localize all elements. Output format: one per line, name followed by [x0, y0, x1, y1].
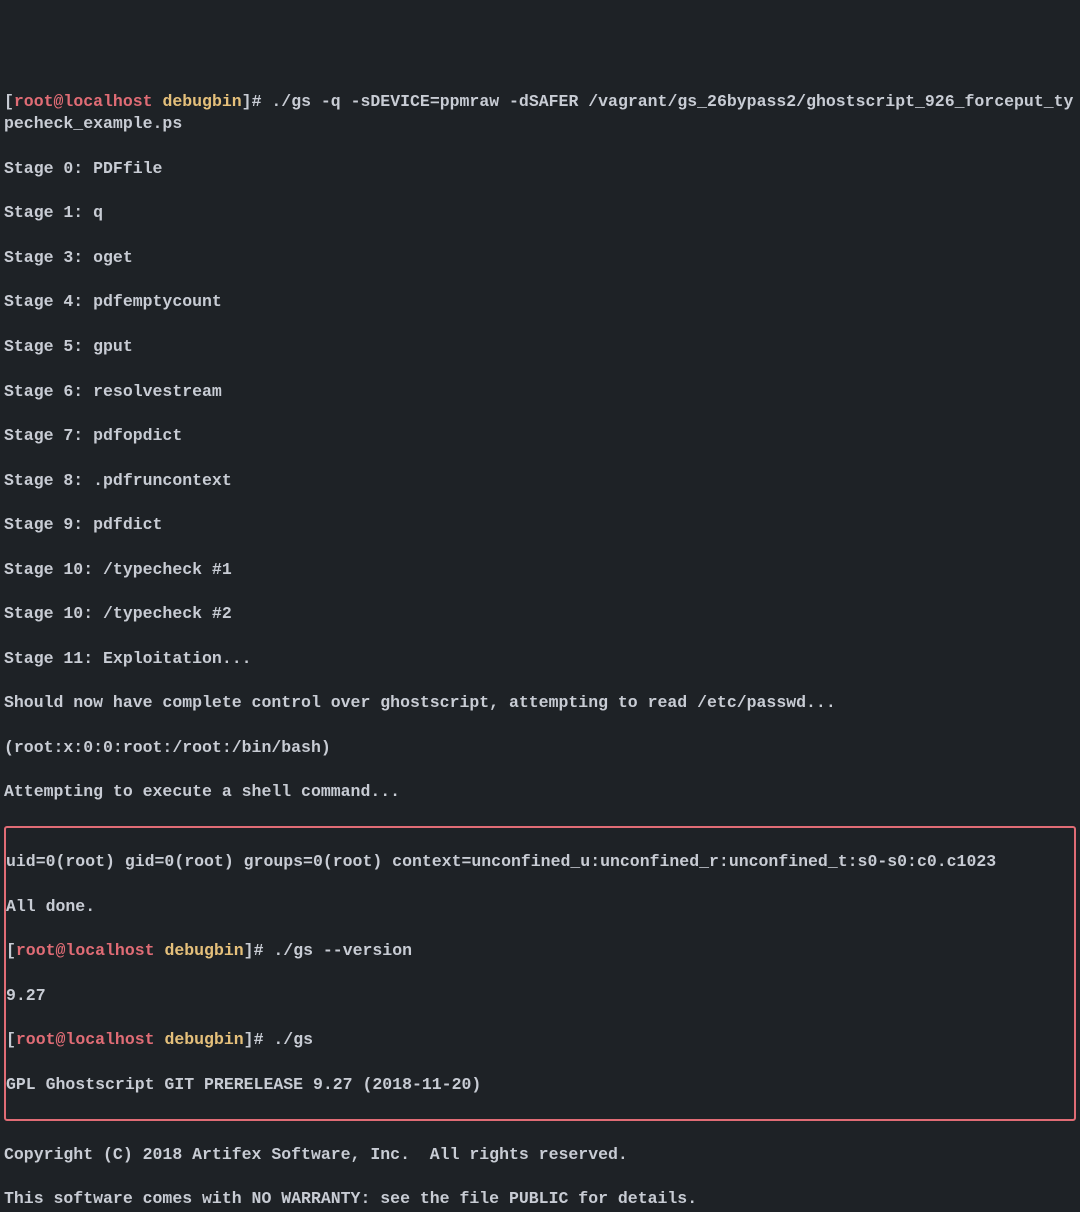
bracket-close: ]	[244, 941, 254, 960]
prompt-at: @	[56, 1030, 66, 1049]
prompt-hash: #	[254, 1030, 274, 1049]
passwd-output: (root:x:0:0:root:/root:/bin/bash)	[4, 737, 1076, 759]
prompt-user: root	[14, 92, 54, 111]
stage-line: Stage 3: oget	[4, 247, 1076, 269]
stage-line: Stage 11: Exploitation...	[4, 648, 1076, 670]
shell-attempt: Attempting to execute a shell command...	[4, 781, 1076, 803]
warranty: This software comes with NO WARRANTY: se…	[4, 1188, 1076, 1210]
terminal-line: [root@localhost debugbin]# ./gs -q -sDEV…	[4, 91, 1076, 136]
prompt-user: root	[16, 1030, 56, 1049]
id-output: uid=0(root) gid=0(root) groups=0(root) c…	[6, 851, 1074, 873]
stage-line: Stage 5: gput	[4, 336, 1076, 358]
prompt-cwd: debugbin	[164, 941, 243, 960]
stage-line: Stage 7: pdfopdict	[4, 425, 1076, 447]
gs-banner: GPL Ghostscript GIT PRERELEASE 9.27 (201…	[6, 1074, 1074, 1096]
prompt-at: @	[54, 92, 64, 111]
prompt-user: root	[16, 941, 56, 960]
prompt-hash: #	[252, 92, 272, 111]
copyright: Copyright (C) 2018 Artifex Software, Inc…	[4, 1144, 1076, 1166]
stage-line: Stage 6: resolvestream	[4, 381, 1076, 403]
command-text[interactable]: ./gs --version	[273, 941, 412, 960]
stage-line: Stage 4: pdfemptycount	[4, 291, 1076, 313]
bracket-open: [	[6, 1030, 16, 1049]
terminal-line: [root@localhost debugbin]# ./gs	[6, 1029, 1074, 1051]
prompt-host: localhost	[65, 1030, 154, 1049]
stage-line: Stage 0: PDFfile	[4, 158, 1076, 180]
prompt-cwd: debugbin	[162, 92, 241, 111]
prompt-cwd: debugbin	[164, 1030, 243, 1049]
stage-line: Stage 9: pdfdict	[4, 514, 1076, 536]
command-text[interactable]: ./gs	[273, 1030, 313, 1049]
exploit-msg: Should now have complete control over gh…	[4, 692, 1076, 714]
prompt-hash: #	[254, 941, 274, 960]
stage-line: Stage 10: /typecheck #1	[4, 559, 1076, 581]
bracket-open: [	[6, 941, 16, 960]
highlighted-region: uid=0(root) gid=0(root) groups=0(root) c…	[4, 826, 1076, 1121]
version-output: 9.27	[6, 985, 1074, 1007]
bracket-close: ]	[242, 92, 252, 111]
prompt-host: localhost	[65, 941, 154, 960]
stage-line: Stage 8: .pdfruncontext	[4, 470, 1076, 492]
bracket-close: ]	[244, 1030, 254, 1049]
bracket-open: [	[4, 92, 14, 111]
terminal-line: [root@localhost debugbin]# ./gs --versio…	[6, 940, 1074, 962]
stage-line: Stage 1: q	[4, 202, 1076, 224]
prompt-at: @	[56, 941, 66, 960]
stage-line: Stage 10: /typecheck #2	[4, 603, 1076, 625]
prompt-host: localhost	[63, 92, 152, 111]
all-done: All done.	[6, 896, 1074, 918]
